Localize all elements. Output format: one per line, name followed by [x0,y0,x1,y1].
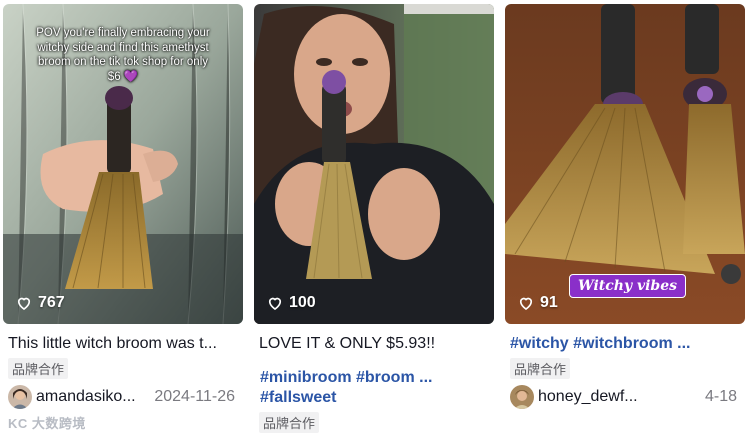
video-grid: POV you're finally embracing your witchy… [0,0,747,437]
brand-partnership-badge: 品牌合作 [8,358,69,379]
like-count: 91 [517,294,558,312]
video-thumbnail-2[interactable]: 100 [254,4,494,324]
brand-partnership-badge: 品牌合作 [259,412,320,433]
post-date: 2024-11-26 [154,388,235,405]
video-card-3[interactable]: Witchy vibes 91 #witchy #witchbroom ... … [505,4,745,409]
heart-outline-icon [17,297,31,310]
like-count: 100 [266,294,316,312]
witchy-vibes-sticker: Witchy vibes [569,274,687,298]
post-date: 4-18 [704,388,737,405]
video-caption[interactable]: This little witch broom was t... [3,334,235,354]
like-count-value: 100 [289,294,316,311]
video-caption[interactable]: LOVE IT & ONLY $5.93!! [254,334,486,354]
video-meta: amandasiko... 2024-11-26 [3,385,243,409]
watermark: KC 大数跨境 [8,416,86,431]
like-count-value: 767 [38,294,65,311]
hashtag-line-1[interactable]: #minibroom #broom ... [254,368,488,388]
author-avatar[interactable] [510,385,534,409]
author-name[interactable]: honey_dewf... [538,388,648,406]
video-overlay-text: POV you're finally embracing your witchy… [36,27,210,83]
video-thumbnail-1[interactable]: POV you're finally embracing your witchy… [3,4,243,324]
like-count: 767 [15,294,65,312]
video-caption[interactable]: #witchy #witchbroom ... [505,334,737,354]
heart-outline-icon [268,297,282,310]
brand-partnership-badge: 品牌合作 [510,358,571,379]
author-name[interactable]: amandasiko... [36,388,146,406]
video-thumbnail-3[interactable]: Witchy vibes 91 [505,4,745,324]
video-card-2[interactable]: 100 LOVE IT & ONLY $5.93!! #minibroom #b… [254,4,494,433]
thumbnail-image-2 [254,4,494,324]
hashtag-line-2[interactable]: #fallsweet [254,388,488,408]
like-count-value: 91 [540,294,558,311]
author-avatar[interactable] [8,385,32,409]
video-meta: honey_dewf... 4-18 [505,385,745,409]
video-card-1[interactable]: POV you're finally embracing your witchy… [3,4,243,409]
heart-outline-icon [519,297,533,310]
